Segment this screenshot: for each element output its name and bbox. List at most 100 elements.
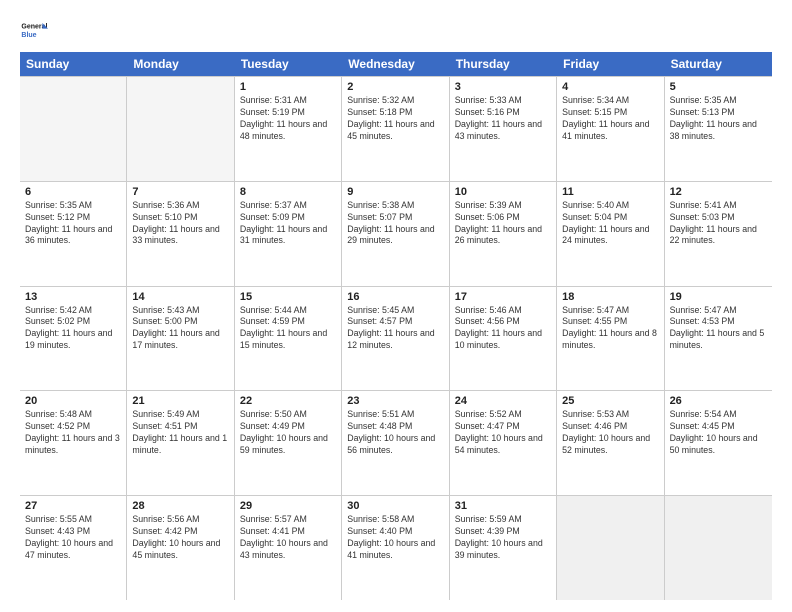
calendar-cell: 15Sunrise: 5:44 AM Sunset: 4:59 PM Dayli…	[235, 287, 342, 391]
weekday-header: Tuesday	[235, 52, 342, 76]
svg-text:Blue: Blue	[21, 32, 36, 39]
logo: General Blue	[20, 16, 52, 44]
day-number: 21	[132, 395, 228, 407]
day-number: 13	[25, 291, 121, 303]
day-number: 12	[670, 186, 767, 198]
day-info: Sunrise: 5:35 AM Sunset: 5:12 PM Dayligh…	[25, 200, 121, 248]
day-number: 9	[347, 186, 443, 198]
day-info: Sunrise: 5:58 AM Sunset: 4:40 PM Dayligh…	[347, 514, 443, 562]
calendar-row: 6Sunrise: 5:35 AM Sunset: 5:12 PM Daylig…	[20, 182, 772, 287]
day-info: Sunrise: 5:47 AM Sunset: 4:53 PM Dayligh…	[670, 305, 767, 353]
day-info: Sunrise: 5:45 AM Sunset: 4:57 PM Dayligh…	[347, 305, 443, 353]
day-number: 20	[25, 395, 121, 407]
day-number: 10	[455, 186, 551, 198]
calendar-cell: 22 Sunrise: 5:50 AM Sunset: 4:49 PM Dayli…	[235, 391, 342, 495]
calendar-cell: 11 Sunrise: 5:40 AM Sunset: 5:04 PM Dayli…	[557, 182, 664, 286]
day-info: Sunrise: 5:46 AM Sunset: 4:56 PM Dayligh…	[455, 305, 551, 353]
calendar-cell: 2 Sunrise: 5:32 AM Sunset: 5:18 PM Daylig…	[342, 77, 449, 181]
header: General Blue	[20, 16, 772, 44]
day-number: 2	[347, 81, 443, 93]
calendar-cell: 17 Sunrise: 5:46 AM Sunset: 4:56 PM Dayli…	[450, 287, 557, 391]
day-number: 29	[240, 500, 336, 512]
day-number: 22	[240, 395, 336, 407]
weekday-header: Monday	[127, 52, 234, 76]
calendar-cell: 12 Sunrise: 5:41 AM Sunset: 5:03 PM Dayli…	[665, 182, 772, 286]
day-number: 18	[562, 291, 658, 303]
day-info: Sunrise: 5:37 AM Sunset: 5:09 PM Dayligh…	[240, 200, 336, 248]
calendar-body: 1Sunrise: 5:31 AM Sunset: 5:19 PM Daylig…	[20, 76, 772, 600]
calendar-cell: 25Sunrise: 5:53 AM Sunset: 4:46 PM Dayli…	[557, 391, 664, 495]
weekday-header: Friday	[557, 52, 664, 76]
day-info: Sunrise: 5:59 AM Sunset: 4:39 PM Dayligh…	[455, 514, 551, 562]
day-number: 24	[455, 395, 551, 407]
weekday-header: Thursday	[450, 52, 557, 76]
day-info: Sunrise: 5:32 AM Sunset: 5:18 PM Dayligh…	[347, 95, 443, 143]
day-info: Sunrise: 5:31 AM Sunset: 5:19 PM Dayligh…	[240, 95, 336, 143]
calendar-cell: 5 Sunrise: 5:35 AM Sunset: 5:13 PM Daylig…	[665, 77, 772, 181]
day-info: Sunrise: 5:57 AM Sunset: 4:41 PM Dayligh…	[240, 514, 336, 562]
calendar-cell: 3 Sunrise: 5:33 AM Sunset: 5:16 PM Daylig…	[450, 77, 557, 181]
day-number: 27	[25, 500, 121, 512]
day-info: Sunrise: 5:55 AM Sunset: 4:43 PM Dayligh…	[25, 514, 121, 562]
calendar-cell	[557, 496, 664, 600]
calendar: SundayMondayTuesdayWednesdayThursdayFrid…	[20, 52, 772, 600]
day-info: Sunrise: 5:43 AM Sunset: 5:00 PM Dayligh…	[132, 305, 228, 353]
day-number: 8	[240, 186, 336, 198]
day-number: 19	[670, 291, 767, 303]
calendar-cell: 29 Sunrise: 5:57 AM Sunset: 4:41 PM Dayli…	[235, 496, 342, 600]
day-number: 7	[132, 186, 228, 198]
day-info: Sunrise: 5:35 AM Sunset: 5:13 PM Dayligh…	[670, 95, 767, 143]
day-number: 3	[455, 81, 551, 93]
calendar-cell: 9 Sunrise: 5:38 AM Sunset: 5:07 PM Daylig…	[342, 182, 449, 286]
day-info: Sunrise: 5:40 AM Sunset: 5:04 PM Dayligh…	[562, 200, 658, 248]
calendar-row: 1Sunrise: 5:31 AM Sunset: 5:19 PM Daylig…	[20, 77, 772, 182]
day-number: 4	[562, 81, 658, 93]
calendar-cell: 10 Sunrise: 5:39 AM Sunset: 5:06 PM Dayli…	[450, 182, 557, 286]
calendar-cell: 7 Sunrise: 5:36 AM Sunset: 5:10 PM Daylig…	[127, 182, 234, 286]
day-info: Sunrise: 5:36 AM Sunset: 5:10 PM Dayligh…	[132, 200, 228, 248]
calendar-row: 27 Sunrise: 5:55 AM Sunset: 4:43 PM Dayli…	[20, 496, 772, 600]
logo-icon: General Blue	[20, 16, 48, 44]
weekday-header: Sunday	[20, 52, 127, 76]
calendar-cell	[665, 496, 772, 600]
calendar-cell	[20, 77, 127, 181]
calendar-cell: 20 Sunrise: 5:48 AM Sunset: 4:52 PM Dayli…	[20, 391, 127, 495]
day-number: 23	[347, 395, 443, 407]
day-info: Sunrise: 5:41 AM Sunset: 5:03 PM Dayligh…	[670, 200, 767, 248]
day-info: Sunrise: 5:54 AM Sunset: 4:45 PM Dayligh…	[670, 409, 767, 457]
day-info: Sunrise: 5:44 AM Sunset: 4:59 PM Dayligh…	[240, 305, 336, 353]
day-info: Sunrise: 5:39 AM Sunset: 5:06 PM Dayligh…	[455, 200, 551, 248]
day-info: Sunrise: 5:48 AM Sunset: 4:52 PM Dayligh…	[25, 409, 121, 457]
calendar-cell: 6Sunrise: 5:35 AM Sunset: 5:12 PM Daylig…	[20, 182, 127, 286]
day-info: Sunrise: 5:42 AM Sunset: 5:02 PM Dayligh…	[25, 305, 121, 353]
calendar-cell: 21 Sunrise: 5:49 AM Sunset: 4:51 PM Dayli…	[127, 391, 234, 495]
day-number: 16	[347, 291, 443, 303]
calendar-cell: 24 Sunrise: 5:52 AM Sunset: 4:47 PM Dayli…	[450, 391, 557, 495]
calendar-cell: 8 Sunrise: 5:37 AM Sunset: 5:09 PM Daylig…	[235, 182, 342, 286]
day-info: Sunrise: 5:34 AM Sunset: 5:15 PM Dayligh…	[562, 95, 658, 143]
calendar-cell: 13 Sunrise: 5:42 AM Sunset: 5:02 PM Dayli…	[20, 287, 127, 391]
calendar-cell: 19 Sunrise: 5:47 AM Sunset: 4:53 PM Dayli…	[665, 287, 772, 391]
weekday-header: Saturday	[665, 52, 772, 76]
day-number: 14	[132, 291, 228, 303]
day-number: 25	[562, 395, 658, 407]
calendar-cell: 18Sunrise: 5:47 AM Sunset: 4:55 PM Dayli…	[557, 287, 664, 391]
day-info: Sunrise: 5:38 AM Sunset: 5:07 PM Dayligh…	[347, 200, 443, 248]
calendar-cell	[127, 77, 234, 181]
day-number: 31	[455, 500, 551, 512]
calendar-cell: 16 Sunrise: 5:45 AM Sunset: 4:57 PM Dayli…	[342, 287, 449, 391]
day-number: 26	[670, 395, 767, 407]
calendar-cell: 27 Sunrise: 5:55 AM Sunset: 4:43 PM Dayli…	[20, 496, 127, 600]
calendar-cell: 23Sunrise: 5:51 AM Sunset: 4:48 PM Dayli…	[342, 391, 449, 495]
day-info: Sunrise: 5:49 AM Sunset: 4:51 PM Dayligh…	[132, 409, 228, 457]
day-number: 5	[670, 81, 767, 93]
day-number: 17	[455, 291, 551, 303]
calendar-cell: 14 Sunrise: 5:43 AM Sunset: 5:00 PM Dayli…	[127, 287, 234, 391]
page: General Blue SundayMondayTuesdayWednesda…	[0, 0, 792, 612]
day-info: Sunrise: 5:50 AM Sunset: 4:49 PM Dayligh…	[240, 409, 336, 457]
day-info: Sunrise: 5:52 AM Sunset: 4:47 PM Dayligh…	[455, 409, 551, 457]
day-number: 30	[347, 500, 443, 512]
day-info: Sunrise: 5:33 AM Sunset: 5:16 PM Dayligh…	[455, 95, 551, 143]
day-number: 11	[562, 186, 658, 198]
calendar-row: 20 Sunrise: 5:48 AM Sunset: 4:52 PM Dayli…	[20, 391, 772, 496]
